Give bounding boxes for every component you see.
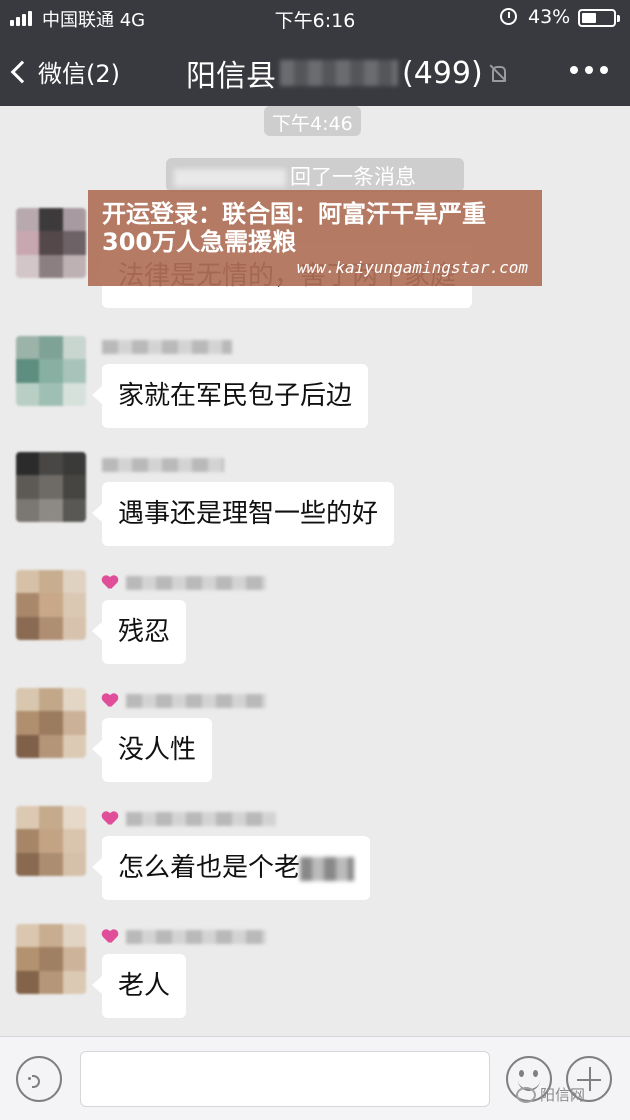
- sender-name: [102, 692, 266, 710]
- avatar[interactable]: [16, 208, 86, 278]
- battery-percent: 43%: [528, 6, 571, 28]
- redacted-sender-name: [126, 812, 276, 826]
- message-text: 怎么着也是个老: [118, 853, 301, 883]
- watermark-text: 阳信网: [540, 1086, 586, 1104]
- message-timestamp: 下午4:46: [264, 106, 361, 136]
- chevron-left-icon: [10, 60, 34, 83]
- redacted-sender-name: [126, 576, 266, 590]
- sender-name: [102, 928, 266, 946]
- message-bubble[interactable]: 老人: [91, 954, 187, 1018]
- avatar[interactable]: [16, 336, 86, 406]
- voice-input-button[interactable]: [16, 1056, 62, 1102]
- redacted-sender-name: [102, 458, 224, 472]
- more-options-button[interactable]: [570, 66, 608, 74]
- dot-icon: [585, 66, 593, 74]
- message-bubble[interactable]: 怎么着也是个老: [91, 836, 371, 900]
- heart-icon: [102, 812, 118, 826]
- avatar[interactable]: [16, 924, 86, 994]
- message-bubble[interactable]: 残忍: [91, 600, 187, 664]
- back-label: 微信(2): [38, 60, 120, 88]
- watermark: 阳信网: [516, 1084, 585, 1105]
- avatar[interactable]: [16, 570, 86, 640]
- back-button[interactable]: 微信(2): [10, 54, 120, 89]
- battery-icon: [578, 9, 620, 27]
- sender-name: [102, 338, 232, 356]
- message-bubble[interactable]: 没人性: [91, 718, 213, 782]
- heart-icon: [102, 930, 118, 944]
- dot-icon: [600, 66, 608, 74]
- redacted-sender-name: [126, 930, 266, 944]
- dot-icon: [570, 66, 578, 74]
- chat-header: 微信(2) 阳信县 (499): [0, 36, 630, 106]
- avatar[interactable]: [16, 688, 86, 758]
- avatar[interactable]: [16, 806, 86, 876]
- message-input[interactable]: [80, 1051, 490, 1107]
- sender-name: [102, 810, 276, 828]
- status-bar: 中国联通 4G 下午6:16 43%: [0, 0, 630, 36]
- heart-icon: [102, 576, 118, 590]
- banner-url: www.kaiyungamingstar.com: [296, 258, 528, 277]
- message-bubble[interactable]: 遇事还是理智一些的好: [91, 482, 395, 546]
- redacted-user-name: [174, 169, 286, 187]
- avatar[interactable]: [16, 452, 86, 522]
- banner-headline: 开运登录：联合国：阿富汗干旱严重 300万人急需援粮: [102, 200, 486, 256]
- mute-icon: [489, 64, 507, 82]
- heart-icon: [102, 694, 118, 708]
- redacted-group-name: [280, 60, 398, 86]
- chat-input-bar: [0, 1036, 630, 1120]
- message-bubble[interactable]: 家就在军民包子后边: [91, 364, 369, 428]
- system-message-text: 回了一条消息: [290, 165, 416, 189]
- chat-title-prefix: 阳信县: [186, 59, 276, 94]
- member-count: (499): [402, 55, 483, 91]
- alarm-icon: [500, 8, 517, 25]
- redacted-text: [300, 856, 355, 881]
- system-message: 回了一条消息: [166, 158, 464, 192]
- sender-name: [102, 574, 266, 592]
- redacted-sender-name: [102, 340, 232, 354]
- sender-name: [102, 456, 224, 474]
- redacted-sender-name: [126, 694, 266, 708]
- chat-title: 阳信县 (499): [186, 51, 507, 95]
- news-banner-overlay[interactable]: 开运登录：联合国：阿富汗干旱严重 300万人急需援粮 www.kaiyungam…: [88, 190, 542, 286]
- wechat-icon: [516, 1086, 536, 1103]
